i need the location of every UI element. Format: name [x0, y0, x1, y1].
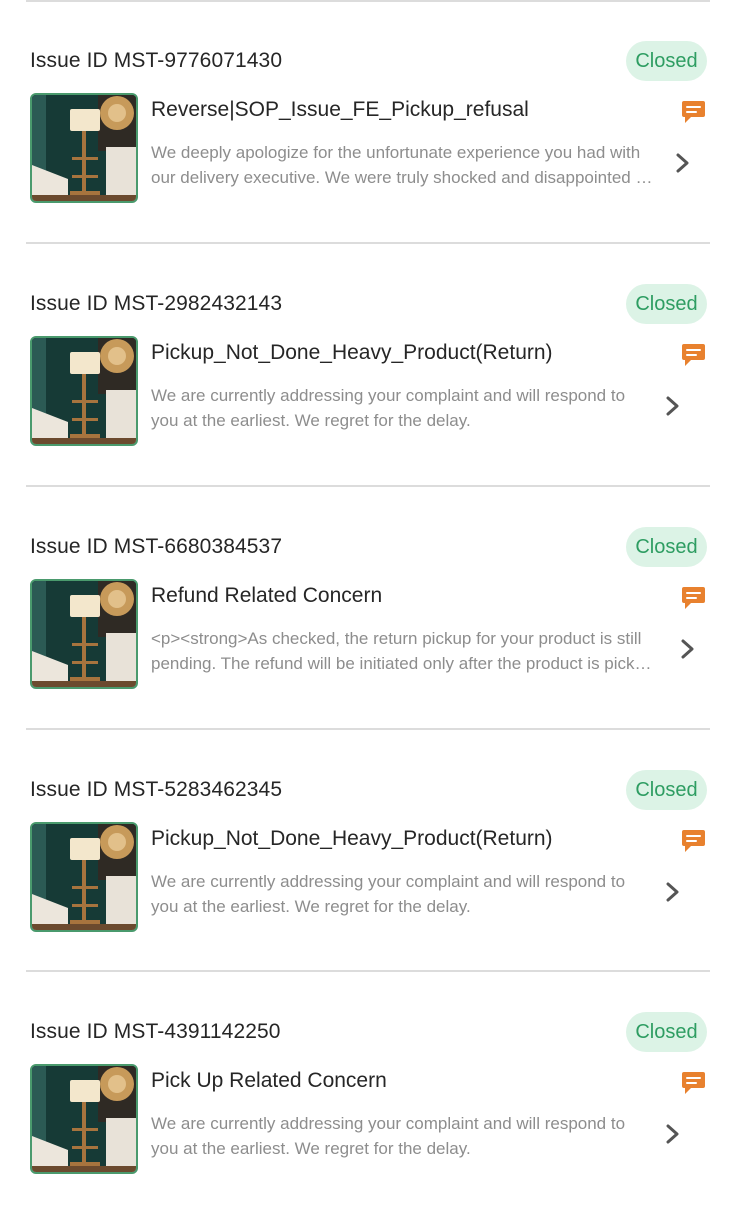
status-badge: Closed [626, 41, 707, 81]
product-thumbnail [30, 822, 138, 932]
issue-id: Issue ID MST-6680384537 [30, 535, 283, 558]
issue-title: Pickup_Not_Done_Heavy_Product(Return) [151, 341, 553, 364]
chevron-right-icon[interactable] [661, 881, 683, 903]
issue-card[interactable]: Issue ID MST-6680384537 Closed Refund Re… [0, 486, 737, 729]
chevron-right-icon[interactable] [671, 152, 693, 174]
product-thumbnail [30, 1064, 138, 1174]
issue-card[interactable]: Issue ID MST-5283462345 Closed Pickup_No… [0, 729, 737, 972]
issue-id: Issue ID MST-5283462345 [30, 778, 283, 801]
chevron-right-icon[interactable] [661, 1123, 683, 1145]
issue-description: We are currently addressing your complai… [151, 1114, 626, 1158]
chat-bubble-icon[interactable] [681, 1071, 706, 1095]
product-thumbnail [30, 93, 138, 203]
issue-card[interactable]: Issue ID MST-9776071430 Closed Reverse|S… [0, 0, 737, 243]
issue-title: Pick Up Related Concern [151, 1069, 387, 1092]
status-badge: Closed [626, 527, 707, 567]
chat-bubble-icon[interactable] [681, 829, 706, 853]
issue-card[interactable]: Issue ID MST-4391142250 Closed Pick Up R… [0, 971, 737, 1214]
chevron-right-icon[interactable] [661, 395, 683, 417]
status-badge: Closed [626, 284, 707, 324]
status-badge: Closed [626, 1012, 707, 1052]
issue-id: Issue ID MST-4391142250 [30, 1020, 281, 1043]
issue-description: We are currently addressing your complai… [151, 386, 626, 430]
issue-id: Issue ID MST-9776071430 [30, 49, 283, 72]
product-thumbnail [30, 579, 138, 689]
status-badge: Closed [626, 770, 707, 810]
issue-description: <p><strong>As checked, the return pickup… [151, 629, 654, 673]
chat-bubble-icon[interactable] [681, 586, 706, 610]
issue-id: Issue ID MST-2982432143 [30, 292, 283, 315]
product-thumbnail [30, 336, 138, 446]
issue-title: Refund Related Concern [151, 584, 383, 607]
chat-bubble-icon[interactable] [681, 343, 706, 367]
issue-card[interactable]: Issue ID MST-2982432143 Closed Pickup_No… [0, 243, 737, 486]
issue-description: We are currently addressing your complai… [151, 872, 626, 916]
issue-title: Pickup_Not_Done_Heavy_Product(Return) [151, 827, 553, 850]
chevron-right-icon[interactable] [676, 638, 698, 660]
issue-title: Reverse|SOP_Issue_FE_Pickup_refusal [151, 98, 529, 121]
issue-description: We deeply apologize for the unfortunate … [151, 143, 650, 187]
chat-bubble-icon[interactable] [681, 100, 706, 124]
